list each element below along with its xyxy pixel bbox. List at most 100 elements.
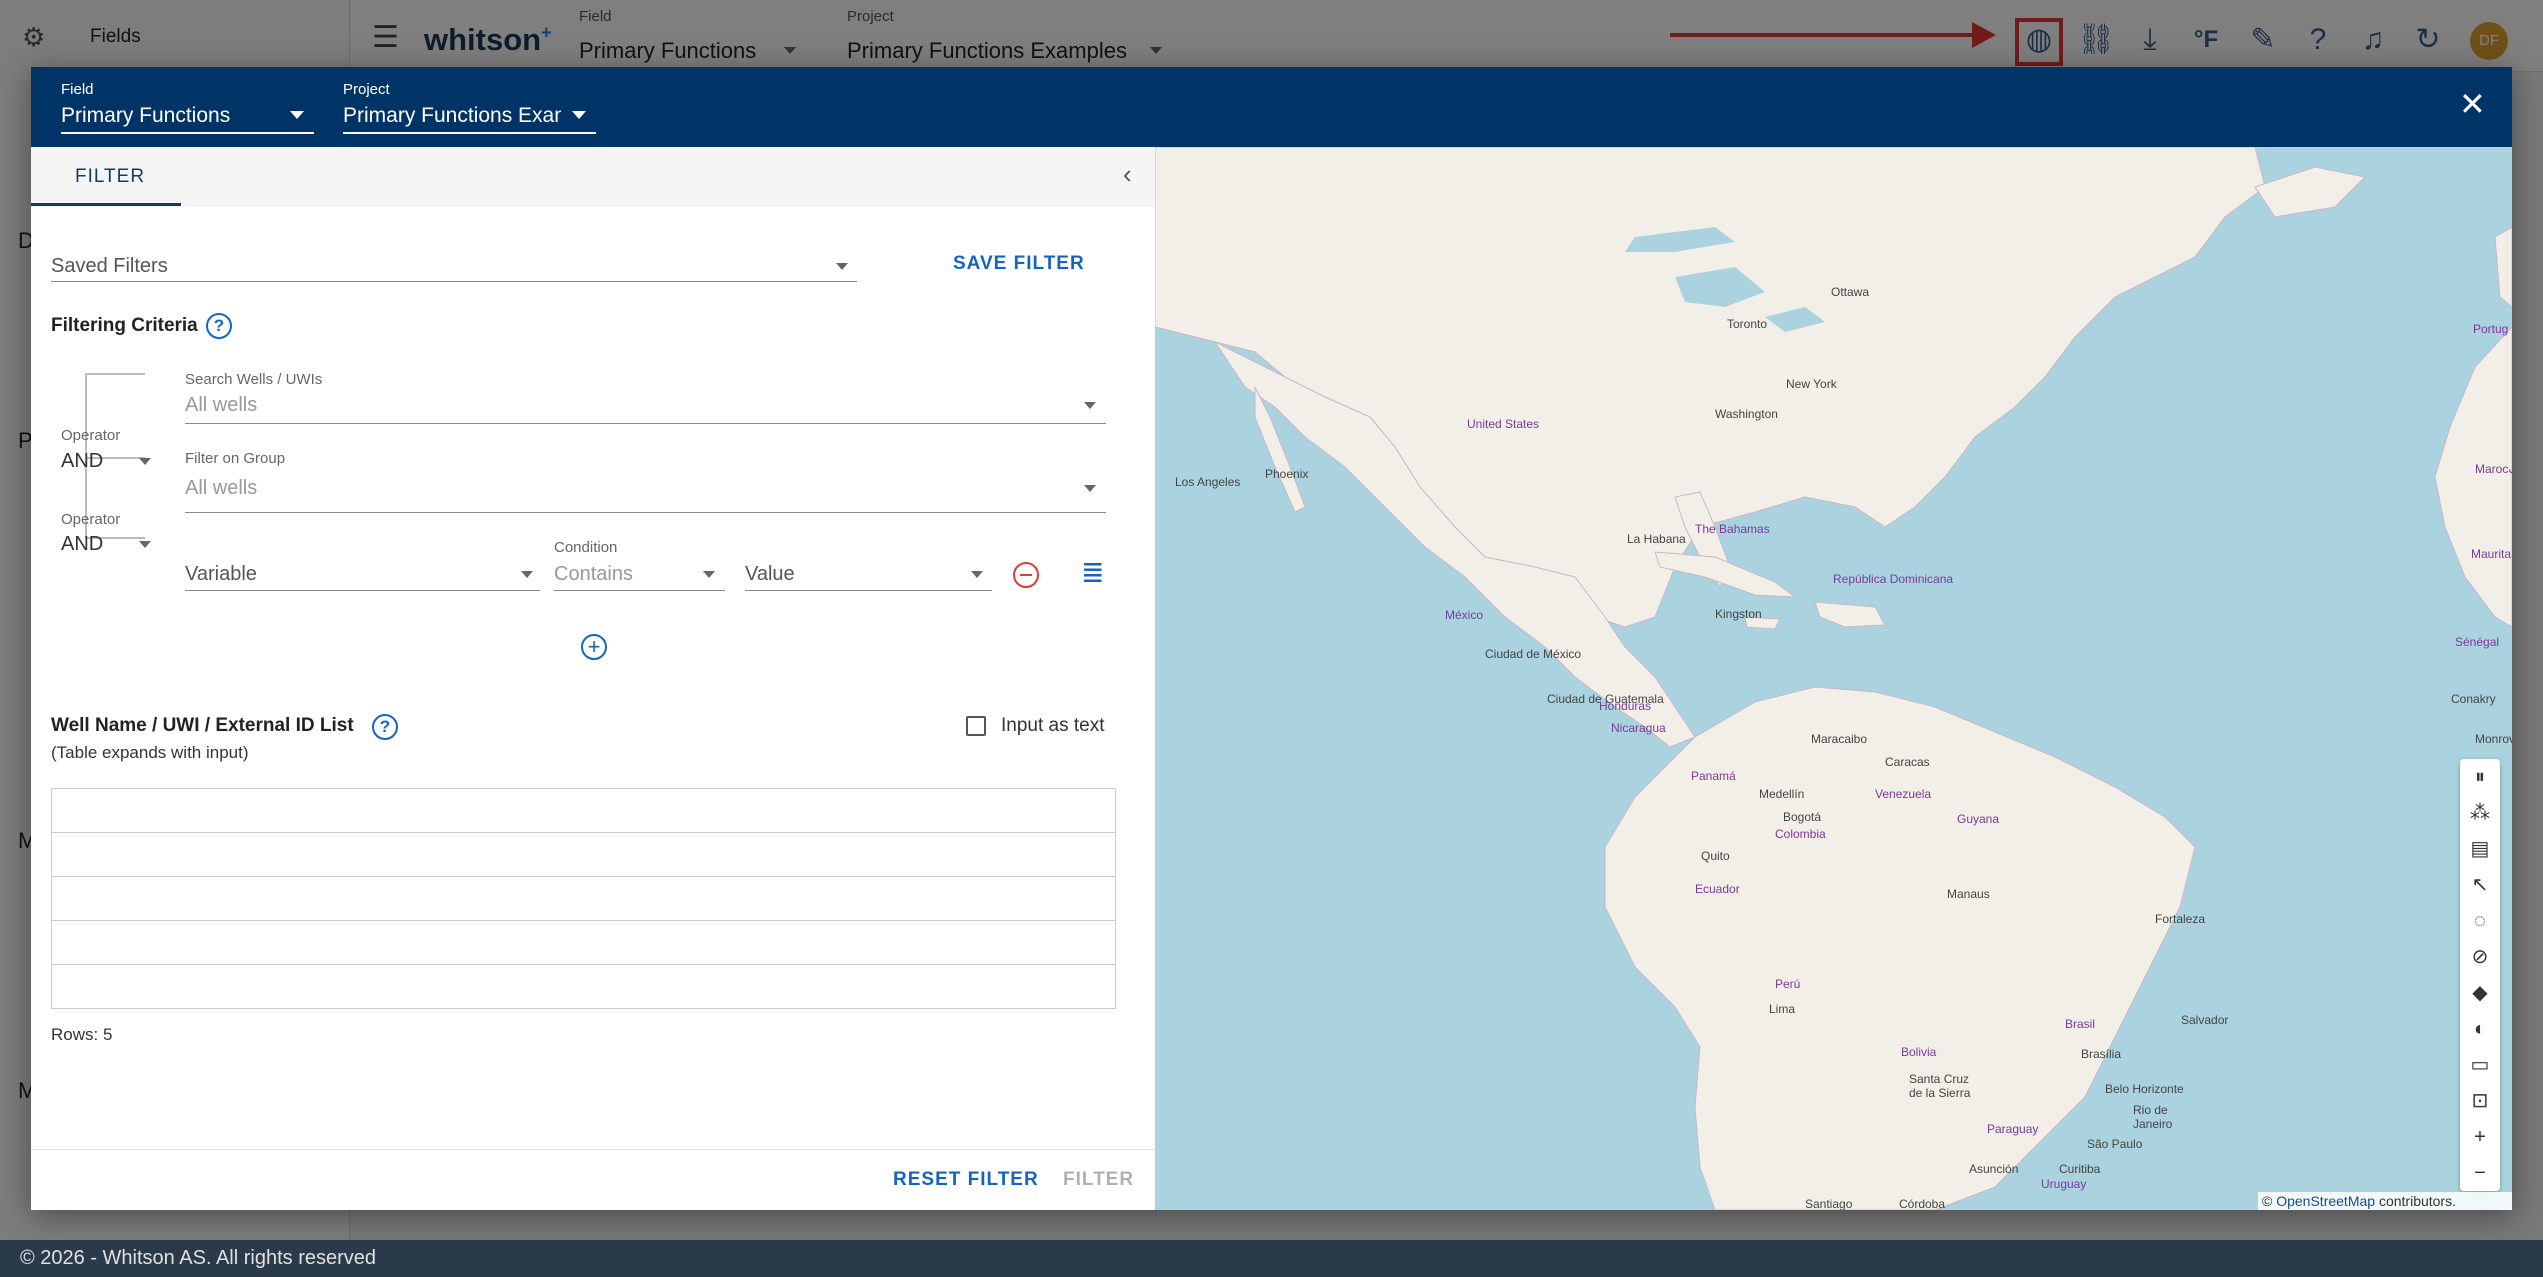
project-label: Project <box>343 81 390 98</box>
chevron-down-icon <box>1084 485 1096 492</box>
variable-underline <box>185 590 540 591</box>
dialog-header: Field Primary Functions Project Primary … <box>31 67 2512 147</box>
map-label: México <box>1445 608 1484 622</box>
map-label: Venezuela <box>1875 787 1932 801</box>
tab-filter[interactable]: FILTER <box>75 166 145 188</box>
map-label: Marocالمغرب <box>2475 462 2512 476</box>
map-label: Washington <box>1715 407 1778 421</box>
eye-off-icon[interactable]: ⊘ <box>2460 939 2500 975</box>
save-filter-button[interactable]: SAVE FILTER <box>953 253 1085 275</box>
table-cell[interactable] <box>51 964 1116 1009</box>
map-label: Curitiba <box>2059 1162 2101 1176</box>
filter-group-select[interactable]: All wells <box>185 477 257 500</box>
map-label: Paraguay <box>1987 1122 2039 1136</box>
filter-group-underline <box>185 512 1106 513</box>
list-icon[interactable]: ≣ <box>1081 556 1104 589</box>
map-label: Santa Cruz de la Sierra <box>1909 1072 1971 1100</box>
footer-divider <box>31 1149 1155 1150</box>
map-label: Guyana <box>1957 812 2000 826</box>
chevron-down-icon <box>836 263 848 270</box>
zoom-in-icon[interactable]: + <box>2460 1119 2500 1155</box>
chevron-down-icon <box>521 571 533 578</box>
map-label: Uruguay <box>2041 1177 2087 1191</box>
map-label: Toronto <box>1727 317 1768 331</box>
filter-button[interactable]: FILTER <box>1063 1169 1134 1191</box>
field-select[interactable]: Primary Functions <box>61 104 291 128</box>
field-underline <box>61 132 314 134</box>
frame-icon[interactable]: ⊡ <box>2460 1083 2500 1119</box>
help-icon[interactable]: ? <box>372 714 398 740</box>
chevron-down-icon <box>971 571 983 578</box>
table-cell[interactable] <box>51 920 1116 965</box>
map-label: Kingston <box>1715 607 1762 621</box>
project-select[interactable]: Primary Functions Examples <box>343 104 561 128</box>
map-view[interactable]: Ottawa Toronto New York Washington Unite… <box>1155 147 2512 1210</box>
collapse-icon[interactable]: ‹ <box>1123 159 1132 190</box>
table-cell[interactable] <box>51 832 1116 877</box>
map-label: Ottawa <box>1831 285 1870 299</box>
project-underline <box>343 132 596 134</box>
search-wells-input[interactable]: All wells <box>185 394 257 417</box>
lasso-icon[interactable]: ◌ <box>2460 903 2500 939</box>
map-toolbar: ⏸ ⁂ ▤ ↖ ◌ ⊘ ◆ ◐ ▭ ⊡ + − <box>2460 759 2500 1191</box>
map-label: La Habana <box>1627 532 1686 546</box>
map-label: Medellín <box>1759 787 1805 801</box>
add-condition-icon[interactable]: + <box>581 634 607 660</box>
zoom-out-icon[interactable]: − <box>2460 1155 2500 1191</box>
operator-select[interactable]: AND <box>61 450 103 473</box>
close-icon[interactable]: ✕ <box>2459 85 2486 123</box>
map-label: Los Angeles <box>1175 475 1241 489</box>
table-cell[interactable] <box>51 788 1116 833</box>
map-label: Maracaibo <box>1811 732 1868 746</box>
arrow-up-left-icon[interactable]: ↖ <box>2460 867 2500 903</box>
map-label: Conakry <box>2451 692 2496 706</box>
filter-panel: FILTER ‹ Saved Filters SAVE FILTER Filte… <box>31 147 1155 1210</box>
palette-icon[interactable]: ◐ <box>2460 1011 2500 1047</box>
map-attribution: © OpenStreetMap contributors. <box>2258 1192 2512 1210</box>
pause-icon[interactable]: ⏸ <box>2460 759 2500 795</box>
help-icon[interactable]: ? <box>206 313 232 339</box>
reset-filter-button[interactable]: RESET FILTER <box>893 1169 1039 1191</box>
map-filter-dialog: Field Primary Functions Project Primary … <box>31 67 2512 1210</box>
map-label: Mauritanie موريتانيا <box>2471 547 2511 561</box>
saved-filters-select[interactable]: Saved Filters <box>51 255 168 278</box>
table-row[interactable] <box>51 964 1116 1009</box>
operator-select[interactable]: AND <box>61 533 103 556</box>
well-list-table[interactable] <box>51 788 1116 1009</box>
well-list-title: Well Name / UWI / External ID List <box>51 715 354 736</box>
map-label: Fortaleza <box>2155 912 2206 926</box>
document-icon[interactable]: ▤ <box>2460 831 2500 867</box>
map-label: United States <box>1467 417 1540 431</box>
table-row[interactable] <box>51 832 1116 877</box>
table-cell[interactable] <box>51 876 1116 921</box>
map-label: Phoenix <box>1265 467 1309 481</box>
saved-filters-underline <box>51 281 857 282</box>
table-row[interactable] <box>51 788 1116 833</box>
table-row[interactable] <box>51 876 1116 921</box>
tab-bar: FILTER ‹ <box>31 147 1155 207</box>
openstreetmap-link[interactable]: OpenStreetMap <box>2276 1193 2375 1209</box>
table-row[interactable] <box>51 920 1116 965</box>
remove-condition-icon[interactable] <box>1013 562 1039 588</box>
bubble-icon[interactable]: ⁂ <box>2460 795 2500 831</box>
chevron-down-icon <box>139 541 151 548</box>
map-label: Panamá <box>1691 769 1736 783</box>
variable-select[interactable]: Variable <box>185 563 257 586</box>
value-underline <box>745 590 992 591</box>
ruler-icon[interactable]: ▭ <box>2460 1047 2500 1083</box>
value-select[interactable]: Value <box>745 563 795 586</box>
condition-select[interactable]: Contains <box>554 563 633 586</box>
map-label: New York <box>1786 377 1837 391</box>
input-as-text-checkbox[interactable] <box>966 716 986 736</box>
map-label: Monrovia <box>2475 732 2512 746</box>
map-label: Caracas <box>1885 755 1930 769</box>
map-label: Lima <box>1769 1002 1796 1016</box>
map-land <box>1155 147 2512 1210</box>
map-label: Belo Horizonte <box>2105 1082 2184 1096</box>
map-label: Quito <box>1701 849 1730 863</box>
map-label: Honduras <box>1599 699 1652 713</box>
chevron-down-icon <box>290 111 304 119</box>
layers-icon[interactable]: ◆ <box>2460 975 2500 1011</box>
map-label: Portug <box>2473 322 2509 336</box>
map-label: Salvador <box>2181 1013 2229 1027</box>
